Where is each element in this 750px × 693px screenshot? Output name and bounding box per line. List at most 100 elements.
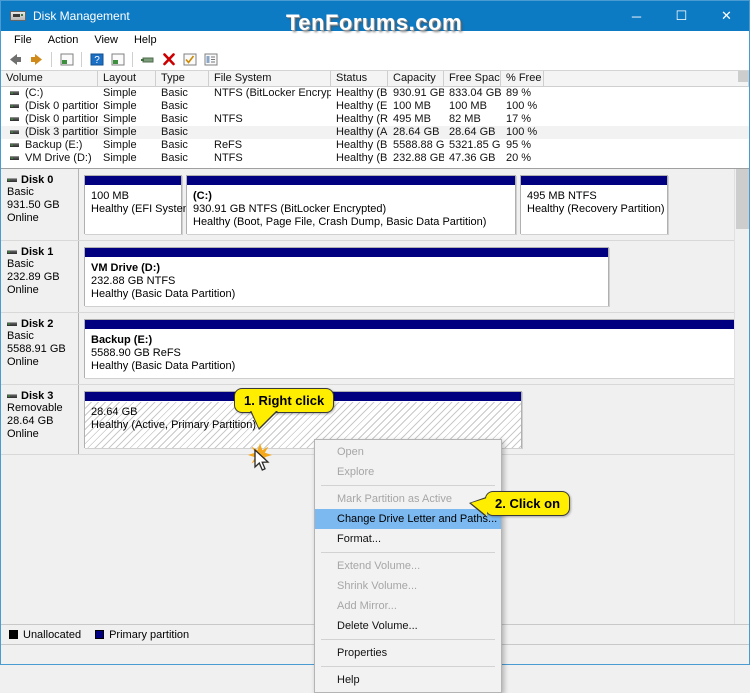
context-menu-item: Add Mirror... [337, 600, 397, 612]
cell-type: Basic [161, 126, 188, 138]
column-header-file-system[interactable]: File System [209, 71, 331, 86]
cell-type: Basic [161, 139, 188, 151]
menu-file[interactable]: File [6, 33, 40, 47]
partition-size: 930.91 GB NTFS (BitLocker Encrypted) [193, 203, 387, 215]
volume-list-pane: Volume Layout Type File System Status Ca… [1, 71, 749, 169]
partition-body: Backup (E:) 5588.90 GB ReFS Healthy (Basic… [85, 330, 737, 378]
context-menu-item: Explore [337, 466, 375, 478]
context-menu-item[interactable]: Properties [315, 643, 501, 663]
cell-layout: Simple [103, 152, 137, 164]
menu-help[interactable]: Help [126, 33, 165, 47]
table-row[interactable]: (Disk 0 partition 1) Simple Basic Healthy (… [1, 100, 749, 113]
legend-label-unallocated: Unallocated [23, 628, 82, 641]
table-row[interactable]: (C:) Simple Basic NTFS (BitLocker Encrypted… [1, 87, 749, 100]
column-header-volume[interactable]: Volume [1, 71, 98, 86]
up-folder-icon[interactable] [56, 50, 77, 70]
menu-bar: File Action View Help [1, 31, 749, 49]
disk-name-text: Disk 3 [21, 390, 54, 402]
cell-text: (Disk 0 partition 1) [25, 100, 98, 112]
minimize-button[interactable]: ─ [614, 1, 659, 31]
forward-arrow-icon[interactable] [26, 50, 47, 70]
partition-block[interactable]: 495 MB NTFS Healthy (Recovery Partition) [520, 175, 668, 234]
properties-icon[interactable] [107, 50, 128, 70]
legend-label-primary: Primary partition [109, 628, 190, 641]
check-icon[interactable] [179, 50, 200, 70]
table-row[interactable]: (Disk 3 partition 1) Simple Basic Healthy (… [1, 126, 749, 139]
disk-info-panel[interactable]: Disk 2 Basic 5588.91 GB Online [1, 313, 79, 384]
cell-fs: NTFS [214, 113, 243, 125]
disk-drive-icon [10, 8, 26, 24]
column-header-free-space[interactable]: Free Space [444, 71, 501, 86]
cell-pct: 20 % [506, 152, 532, 164]
cell-pct: 100 % [506, 126, 538, 138]
disk-partitions: VM Drive (D:) 232.88 GB NTFS Healthy (Basi… [79, 241, 749, 312]
disk-size: 5588.91 GB [7, 343, 66, 355]
partition-health: Healthy (Recovery Partition) [527, 203, 665, 215]
disk-kind: Basic [7, 186, 34, 198]
column-header-status[interactable]: Status [331, 71, 388, 86]
menu-view[interactable]: View [86, 33, 126, 47]
partition-block[interactable]: VM Drive (D:) 232.88 GB NTFS Healthy (Basi… [84, 247, 609, 306]
menu-action[interactable]: Action [40, 33, 87, 47]
partition-body: 495 MB NTFS Healthy (Recovery Partition) [521, 186, 667, 234]
partition-block[interactable]: Backup (E:) 5588.90 GB ReFS Healthy (Basic… [84, 319, 738, 378]
context-menu-separator [321, 639, 495, 640]
cell-free: 100 MB [449, 100, 487, 112]
column-header-layout[interactable]: Layout [98, 71, 156, 86]
close-button[interactable]: ✕ [704, 1, 749, 31]
volume-list-header: Volume Layout Type File System Status Ca… [1, 71, 749, 87]
table-row[interactable]: (Disk 0 partition 4) Simple Basic NTFS Healt… [1, 113, 749, 126]
context-menu-item[interactable]: Delete Volume... [315, 616, 501, 636]
cell-free: 28.64 GB [449, 126, 496, 138]
context-menu-item: Open [337, 446, 364, 458]
disk-info-panel[interactable]: Disk 0 Basic 931.50 GB Online [1, 169, 79, 240]
delete-icon[interactable] [158, 50, 179, 70]
partition-color-bar [85, 176, 181, 186]
partition-health: Healthy (Boot, Page File, Crash Dump, Ba… [193, 216, 487, 228]
disk-row-disk-1: Disk 1 Basic 232.89 GB Online VM Drive (D:) 2… [1, 241, 749, 313]
disk-state: Online [7, 284, 39, 296]
column-header-pct-free[interactable]: % Free [501, 71, 544, 86]
back-arrow-icon[interactable] [5, 50, 26, 70]
cell-capacity: 5588.88 GB [393, 139, 444, 151]
maximize-button[interactable]: ☐ [659, 1, 704, 31]
volume-disk-icon [10, 104, 19, 109]
cell-status: Healthy (R... [336, 113, 388, 125]
cell-type: Basic [161, 152, 188, 164]
partition-health: Healthy (Active, Primary Partition) [91, 419, 257, 431]
table-row[interactable]: VM Drive (D:) Simple Basic NTFS Healthy (B..… [1, 152, 749, 165]
help-icon[interactable]: ? [86, 50, 107, 70]
partition-block[interactable]: (C:) 930.91 GB NTFS (BitLocker Encrypted)… [186, 175, 516, 234]
scrollbar-thumb[interactable] [736, 169, 749, 229]
partition-label: Backup (E:) [91, 334, 153, 346]
column-header-capacity[interactable]: Capacity [388, 71, 444, 86]
cell-volume: (Disk 3 partition 1) [1, 126, 98, 139]
partition-block[interactable]: 100 MB Healthy (EFI System Part [84, 175, 215, 234]
disk-name-text: Disk 1 [21, 246, 54, 258]
disk-pane-scrollbar[interactable] [734, 169, 749, 624]
column-header-type[interactable]: Type [156, 71, 209, 86]
context-menu-separator [321, 666, 495, 667]
callout-click-on: 2. Click on [469, 491, 571, 517]
list-scrollbar-corner[interactable] [738, 71, 749, 82]
partition-size: 232.88 GB NTFS [91, 275, 176, 287]
table-row[interactable]: Backup (E:) Simple Basic ReFS Healthy (B... 5… [1, 139, 749, 152]
list-icon[interactable] [200, 50, 221, 70]
toolbar-separator [81, 52, 82, 67]
cell-free: 47.36 GB [449, 152, 496, 164]
cell-text: Backup (E:) [25, 139, 83, 151]
rescan-icon[interactable] [137, 50, 158, 70]
disk-info-panel[interactable]: Disk 3 Removable 28.64 GB Online [1, 385, 79, 454]
disk-drive-icon [7, 322, 17, 327]
cell-capacity: 100 MB [393, 100, 431, 112]
cell-type: Basic [161, 100, 188, 112]
context-menu-item[interactable]: Help [315, 670, 501, 690]
volume-disk-icon [10, 91, 19, 96]
disk-rows: Disk 0 Basic 931.50 GB Online 100 MB Healthy … [1, 169, 749, 455]
cell-status: Healthy (B... [336, 87, 388, 99]
legend-swatch-unallocated [9, 630, 18, 639]
cell-capacity: 232.88 GB [393, 152, 444, 164]
volume-rows: (C:) Simple Basic NTFS (BitLocker Encrypted… [1, 87, 749, 165]
disk-info-panel[interactable]: Disk 1 Basic 232.89 GB Online [1, 241, 79, 312]
context-menu-item[interactable]: Format... [315, 529, 501, 549]
